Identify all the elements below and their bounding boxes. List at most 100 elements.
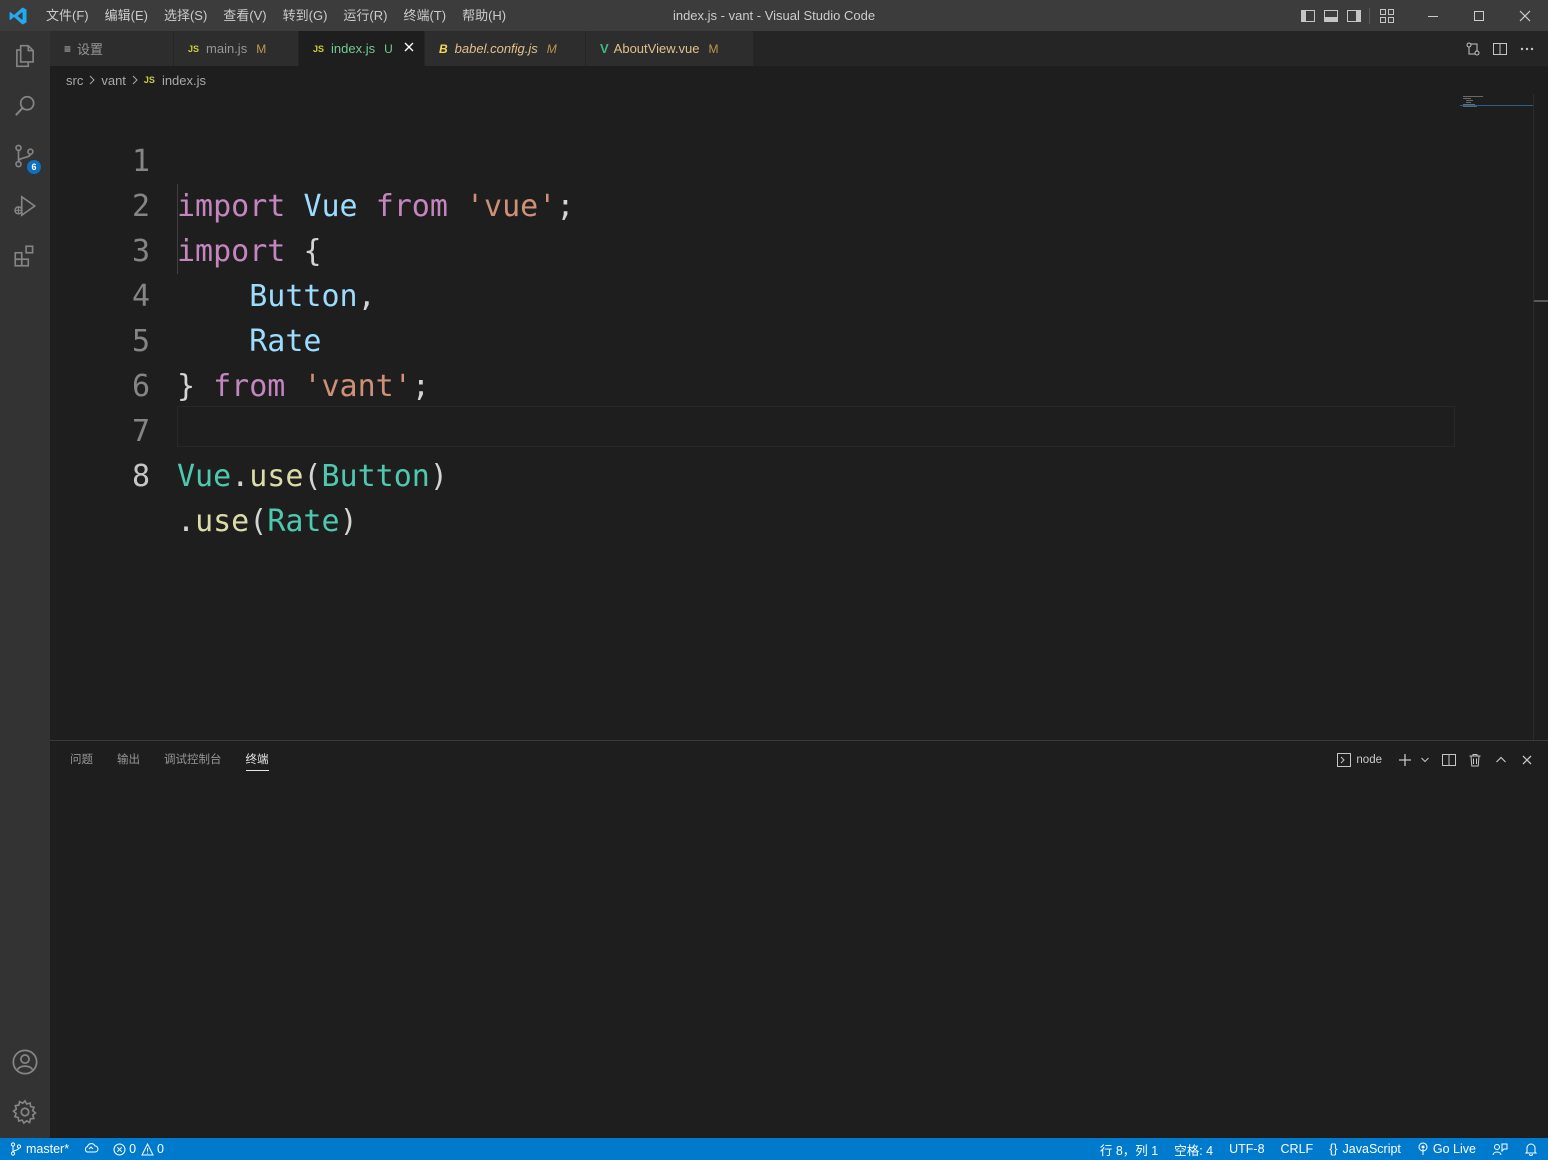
menu-help[interactable]: 帮助(H)	[454, 0, 514, 31]
toggle-primary-sidebar-icon[interactable]	[1296, 0, 1319, 31]
editor-actions	[1459, 31, 1540, 66]
code-line: 7 Vue.use(Button)	[50, 364, 1454, 494]
manage-gear-icon[interactable]	[0, 1088, 50, 1136]
babel-file-icon: B	[439, 41, 448, 56]
chevron-right-icon	[88, 73, 96, 88]
code-line: 6	[50, 319, 1454, 404]
go-live-button[interactable]: Go Live	[1417, 1142, 1476, 1156]
language-mode[interactable]: {} JavaScript	[1329, 1142, 1401, 1156]
maximize-icon[interactable]	[1456, 0, 1502, 31]
extensions-icon[interactable]	[0, 232, 50, 280]
js-file-icon: JS	[143, 75, 155, 85]
branch-indicator[interactable]: master*	[10, 1142, 69, 1156]
terminal-selector[interactable]: node	[1336, 752, 1382, 768]
tab-index-js[interactable]: JS index.js U	[299, 31, 425, 66]
explorer-icon[interactable]	[0, 32, 50, 80]
close-window-icon[interactable]	[1502, 0, 1548, 31]
panel-actions: node	[1336, 741, 1540, 779]
breadcrumb: src vant JS index.js	[66, 66, 206, 94]
menu-selection[interactable]: 选择(S)	[156, 0, 215, 31]
breadcrumb-src[interactable]: src	[66, 73, 83, 88]
tab-terminal[interactable]: 终端	[238, 741, 277, 779]
title-divider	[1365, 0, 1375, 31]
sync-icon[interactable]	[83, 1142, 99, 1156]
tab-settings[interactable]: ≡ 设置	[50, 31, 174, 66]
notifications-bell-icon[interactable]	[1524, 1142, 1538, 1156]
tab-babel-config[interactable]: B babel.config.js M	[425, 31, 586, 66]
minimize-icon[interactable]	[1410, 0, 1456, 31]
more-actions-icon[interactable]	[1513, 31, 1540, 66]
minimap[interactable]	[1460, 94, 1534, 108]
tab-modified-status: M	[256, 41, 267, 56]
tab-output[interactable]: 输出	[109, 741, 148, 779]
encoding[interactable]: UTF-8	[1229, 1142, 1264, 1156]
maximize-panel-icon[interactable]	[1488, 741, 1514, 779]
braces-icon: {}	[1329, 1142, 1338, 1156]
git-branch-icon	[10, 1142, 22, 1156]
code-line: 1 import Vue from 'vue';	[50, 94, 1454, 224]
feedback-icon[interactable]	[1492, 1142, 1508, 1156]
breadcrumb-vant[interactable]: vant	[101, 73, 126, 88]
warning-count: 0	[157, 1142, 164, 1156]
run-and-debug-icon[interactable]	[0, 182, 50, 230]
status-bar: master* 0 0 行 8，列 1 空格: 4 UTF-8 CRLF {} …	[0, 1138, 1548, 1160]
tab-about-view[interactable]: V AboutView.vue M	[586, 31, 754, 66]
editor-scrollbar[interactable]	[1533, 94, 1548, 740]
terminal-icon	[1336, 752, 1352, 768]
code-line: 2 import {	[50, 139, 1454, 269]
problems-indicator[interactable]: 0 0	[113, 1142, 164, 1156]
accounts-icon[interactable]	[0, 1038, 50, 1086]
branch-name: master*	[26, 1142, 70, 1156]
menu-view[interactable]: 查看(V)	[215, 0, 274, 31]
menu-run[interactable]: 运行(R)	[335, 0, 395, 31]
code-line: 5 } from 'vant';	[50, 274, 1454, 404]
split-editor-icon[interactable]	[1486, 31, 1513, 66]
search-icon[interactable]	[0, 82, 50, 130]
language-name: JavaScript	[1342, 1142, 1401, 1156]
cursor-position[interactable]: 行 8，列 1	[1100, 1140, 1158, 1159]
chevron-down-icon[interactable]	[1418, 741, 1432, 779]
tab-main-js[interactable]: JS main.js M	[174, 31, 299, 66]
editor-tabs: ≡ 设置 JS main.js M JS index.js U B babel.…	[50, 31, 1548, 66]
trash-icon[interactable]	[1462, 741, 1488, 779]
js-file-icon: JS	[313, 43, 325, 54]
close-tab-icon[interactable]	[403, 41, 415, 56]
tab-untracked-status: U	[384, 41, 393, 56]
indentation[interactable]: 空格: 4	[1174, 1140, 1213, 1159]
split-terminal-icon[interactable]	[1436, 741, 1462, 779]
source-control-icon[interactable]: 6	[0, 132, 50, 180]
breadcrumb-file[interactable]: index.js	[162, 73, 206, 88]
tab-problems[interactable]: 问题	[62, 741, 101, 779]
tab-label: main.js	[206, 41, 248, 56]
terminal-name: node	[1356, 754, 1382, 766]
open-changes-icon[interactable]	[1459, 31, 1486, 66]
source-control-badge: 6	[27, 160, 41, 174]
menu-terminal[interactable]: 终端(T)	[395, 0, 454, 31]
code-editor[interactable]: 1 import Vue from 'vue'; 2 import { 3 Bu…	[50, 94, 1548, 740]
toggle-panel-icon[interactable]	[1319, 0, 1342, 31]
menu-file[interactable]: 文件(F)	[38, 0, 97, 31]
settings-file-icon: ≡	[64, 41, 72, 56]
terminal-area[interactable]	[50, 779, 1548, 1137]
end-of-line[interactable]: CRLF	[1281, 1142, 1314, 1156]
toggle-secondary-sidebar-icon[interactable]	[1342, 0, 1365, 31]
customize-layout-icon[interactable]	[1375, 0, 1398, 31]
menu-edit[interactable]: 编辑(E)	[97, 0, 156, 31]
go-live-label: Go Live	[1432, 1142, 1476, 1156]
chevron-right-icon	[131, 73, 139, 88]
line-number: 8	[131, 459, 150, 494]
close-panel-icon[interactable]	[1514, 741, 1540, 779]
tab-debug-console[interactable]: 调试控制台	[156, 741, 230, 779]
tab-modified-status: M	[708, 41, 719, 56]
bottom-panel: 问题 输出 调试控制台 终端 node	[50, 740, 1548, 1138]
warning-icon	[141, 1142, 154, 1156]
new-terminal-icon[interactable]	[1392, 741, 1418, 779]
code-line: 4 Rate	[50, 229, 1454, 359]
error-icon	[113, 1143, 126, 1156]
vue-file-icon: V	[600, 41, 609, 56]
menu-go[interactable]: 转到(G)	[275, 0, 336, 31]
tab-modified-status: M	[546, 41, 557, 56]
menu-bar: 文件(F) 编辑(E) 选择(S) 查看(V) 转到(G) 运行(R) 终端(T…	[38, 0, 514, 31]
vscode-logo-icon	[8, 6, 28, 26]
tab-label: AboutView.vue	[613, 41, 700, 56]
